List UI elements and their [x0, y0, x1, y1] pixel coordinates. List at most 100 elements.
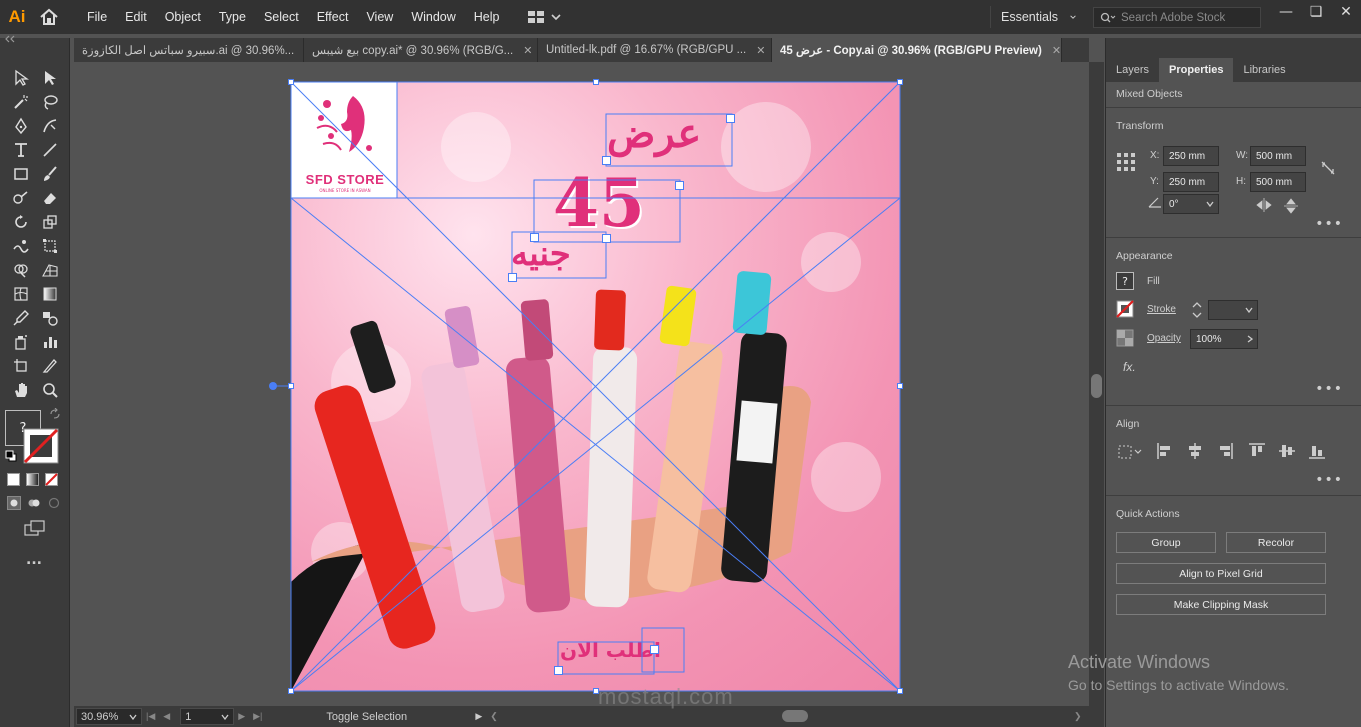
- resize-handle[interactable]: [675, 181, 684, 190]
- more-appearance-options[interactable]: •••: [1315, 381, 1343, 397]
- default-colors-icon[interactable]: [5, 450, 17, 462]
- scroll-right-icon[interactable]: ❯: [1074, 711, 1082, 722]
- restore-icon[interactable]: ❏: [1301, 0, 1331, 24]
- selection-anchor[interactable]: [288, 79, 294, 85]
- menu-object[interactable]: Object: [156, 10, 210, 24]
- tab-libraries[interactable]: Libraries: [1233, 58, 1295, 82]
- collapse-arrows-icon[interactable]: [4, 35, 20, 43]
- draw-behind-icon[interactable]: [27, 496, 41, 510]
- recolor-button[interactable]: Recolor: [1226, 532, 1326, 553]
- stroke-none-swatch[interactable]: [23, 428, 59, 464]
- align-to-selection-icon[interactable]: [1118, 444, 1144, 460]
- line-tool[interactable]: [35, 138, 64, 162]
- close-icon[interactable]: ✕: [756, 44, 765, 57]
- zoom-tool[interactable]: [35, 378, 64, 402]
- stroke-label[interactable]: Stroke: [1147, 304, 1176, 315]
- selection-anchor[interactable]: [593, 79, 599, 85]
- hand-tool[interactable]: [6, 378, 35, 402]
- group-button[interactable]: Group: [1116, 532, 1216, 553]
- gradient-swatch-icon[interactable]: [26, 473, 39, 486]
- scale-tool[interactable]: [35, 210, 64, 234]
- opacity-label[interactable]: Opacity: [1147, 333, 1181, 344]
- vertical-scrollbar[interactable]: [1089, 62, 1104, 706]
- selection-anchor[interactable]: [897, 79, 903, 85]
- edit-toolbar-button[interactable]: ...: [26, 552, 42, 568]
- more-transform-options[interactable]: •••: [1315, 216, 1343, 232]
- menu-select[interactable]: Select: [255, 10, 308, 24]
- swap-fill-stroke-icon[interactable]: [49, 408, 61, 420]
- scroll-left-icon[interactable]: ❮: [490, 711, 498, 722]
- lasso-tool[interactable]: [35, 90, 64, 114]
- canvas[interactable]: SFD STORE ONLINE STORE IN ASWAN عرض 45 ج…: [74, 62, 1089, 706]
- selection-anchor[interactable]: [897, 383, 903, 389]
- resize-handle[interactable]: [530, 233, 539, 242]
- warp-tool[interactable]: [6, 234, 35, 258]
- menu-view[interactable]: View: [357, 10, 402, 24]
- make-clipping-mask-button[interactable]: Make Clipping Mask: [1116, 594, 1326, 615]
- align-left-icon[interactable]: [1156, 442, 1174, 460]
- menu-edit[interactable]: Edit: [116, 10, 156, 24]
- minimize-icon[interactable]: —: [1271, 0, 1301, 24]
- horizontal-scroll-thumb[interactable]: [782, 710, 808, 722]
- y-input[interactable]: 250 mm: [1163, 172, 1219, 192]
- free-transform-tool[interactable]: [35, 234, 64, 258]
- resize-handle[interactable]: [602, 234, 611, 243]
- x-input[interactable]: 250 mm: [1163, 146, 1219, 166]
- shaper-tool[interactable]: [6, 186, 35, 210]
- status-menu-arrow-icon[interactable]: ▶: [475, 711, 482, 722]
- close-icon[interactable]: ✕: [1052, 44, 1061, 57]
- align-vertical-center-icon[interactable]: [1278, 442, 1296, 460]
- artboard-tool[interactable]: [6, 354, 35, 378]
- zoom-select[interactable]: 30.96%: [76, 708, 142, 725]
- flip-horizontal-icon[interactable]: [1256, 198, 1272, 212]
- stroke-weight-stepper-icon[interactable]: [1190, 300, 1204, 320]
- menu-effect[interactable]: Effect: [308, 10, 358, 24]
- toggle-selection-label[interactable]: Toggle Selection: [326, 711, 471, 723]
- mesh-tool[interactable]: [6, 282, 35, 306]
- tab-document-3[interactable]: Untitled-lk.pdf @ 16.67% (RGB/GPU ... ✕: [538, 38, 772, 62]
- artboard-number-select[interactable]: 1: [180, 708, 235, 725]
- more-align-options[interactable]: •••: [1315, 472, 1343, 488]
- resize-handle[interactable]: [650, 645, 659, 654]
- scroll-thumb[interactable]: [1091, 374, 1102, 398]
- width-input[interactable]: 500 mm: [1250, 146, 1306, 166]
- effects-fx-button[interactable]: fx.: [1123, 360, 1136, 374]
- color-icon[interactable]: [7, 473, 20, 486]
- align-horizontal-center-icon[interactable]: [1186, 442, 1204, 460]
- tab-properties[interactable]: Properties: [1159, 58, 1234, 82]
- first-artboard-icon[interactable]: |◀: [146, 711, 155, 722]
- slice-tool[interactable]: [35, 354, 64, 378]
- opacity-input[interactable]: 100%: [1190, 329, 1258, 349]
- pen-tool[interactable]: [6, 114, 35, 138]
- menu-help[interactable]: Help: [465, 10, 509, 24]
- height-input[interactable]: 500 mm: [1250, 172, 1306, 192]
- stock-search-input[interactable]: Search Adobe Stock: [1093, 7, 1261, 28]
- close-icon[interactable]: ✕: [523, 44, 532, 57]
- workspace-switcher[interactable]: Essentials: [990, 6, 1076, 28]
- selection-anchor[interactable]: [288, 688, 294, 694]
- shape-builder-tool[interactable]: [6, 258, 35, 282]
- rotate-angle-input[interactable]: 0°: [1163, 194, 1219, 214]
- align-to-pixel-grid-button[interactable]: Align to Pixel Grid: [1116, 563, 1326, 584]
- direct-selection-tool[interactable]: [35, 66, 64, 90]
- resize-handle[interactable]: [508, 273, 517, 282]
- next-artboard-icon[interactable]: ▶: [238, 711, 245, 722]
- tab-document-4[interactable]: 45 عرض - Copy.ai @ 30.96% (RGB/GPU Previ…: [772, 38, 1062, 62]
- menu-type[interactable]: Type: [210, 10, 255, 24]
- perspective-grid-tool[interactable]: [35, 258, 64, 282]
- previous-artboard-icon[interactable]: ◀: [163, 711, 170, 722]
- reference-point-icon[interactable]: [1116, 152, 1136, 172]
- screen-mode-icon[interactable]: [24, 520, 46, 536]
- curvature-tool[interactable]: [35, 114, 64, 138]
- constrain-proportions-icon[interactable]: [1320, 160, 1336, 176]
- flip-vertical-icon[interactable]: [1284, 198, 1298, 214]
- stroke-weight-input[interactable]: [1208, 300, 1258, 320]
- close-icon[interactable]: ✕: [1331, 0, 1361, 24]
- arrange-documents-button[interactable]: [527, 10, 561, 24]
- type-tool[interactable]: [6, 138, 35, 162]
- eyedropper-tool[interactable]: [6, 306, 35, 330]
- selection-anchor[interactable]: [288, 383, 294, 389]
- magic-wand-tool[interactable]: [6, 90, 35, 114]
- selection-tool[interactable]: [6, 66, 35, 90]
- menu-file[interactable]: File: [78, 10, 116, 24]
